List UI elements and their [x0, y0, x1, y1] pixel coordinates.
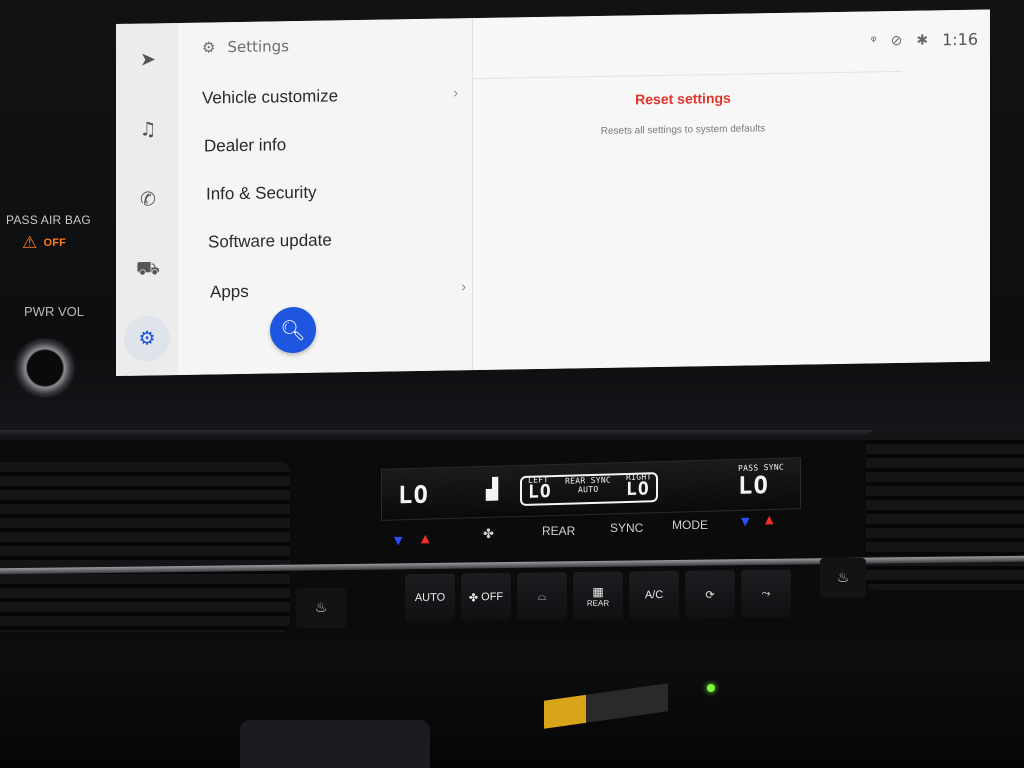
fan-icon: ✤ [483, 526, 494, 541]
music-note-icon: ♫ [139, 118, 157, 141]
gear-icon: ⚙ [202, 38, 216, 57]
menu-item-label: Vehicle customize [202, 86, 339, 108]
menu-item-label: Software update [208, 230, 332, 252]
center-console [240, 720, 430, 768]
sync-label: SYNC [610, 521, 644, 535]
bluetooth-icon: ✱ [916, 32, 929, 49]
music-button[interactable]: ♫ [130, 111, 166, 148]
fan-off-button[interactable]: ✤ OFF [461, 572, 511, 622]
phone-button[interactable]: ✆ [130, 181, 166, 218]
front-defrost-icon: ⌓ [537, 589, 547, 603]
menu-header: ⚙ Settings [202, 37, 289, 56]
passenger-temp-readout: LO [738, 471, 769, 500]
signal-off-icon: ⊘ [890, 32, 903, 49]
fan-off-label: OFF [481, 590, 504, 604]
rear-defrost-button[interactable]: ▦ REAR [573, 571, 623, 621]
recirculation-button[interactable]: ⟳ [685, 570, 735, 619]
gear-icon: ⚙ [138, 327, 156, 350]
airbag-label: PASS AIR BAG [6, 213, 91, 227]
driver-temp-up-icon[interactable]: ▲ [421, 532, 429, 545]
navigation-button[interactable]: ➤ [130, 41, 166, 78]
rear-defrost-icon: ▦ [592, 584, 604, 599]
airflow-mode-icon: ▟ [486, 476, 500, 501]
airflow-mode-icon: ⤳ [761, 587, 771, 600]
lower-dashboard [0, 640, 1024, 768]
menu-item-label: Apps [210, 281, 249, 302]
front-defrost-button[interactable]: ⌓ [517, 572, 567, 621]
right-air-vent [866, 430, 1024, 590]
reset-settings-button[interactable]: Reset settings [473, 87, 893, 110]
status-bar: ᵠ ⊘ ✱ 1:16 [871, 30, 978, 51]
phone-icon: ✆ [140, 188, 156, 211]
clock: 1:16 [942, 29, 978, 50]
settings-detail-pane: ᵠ ⊘ ✱ 1:16 Reset settings Resets all set… [473, 9, 990, 371]
auto-label: AUTO [414, 591, 446, 605]
recirculation-icon: ⟳ [705, 588, 715, 601]
reset-settings-description: Resets all settings to system defaults [600, 123, 766, 137]
menu-item-label: Dealer info [204, 135, 287, 156]
menu-item-software-update[interactable]: Software update [208, 228, 470, 252]
mic-muted-icon: ᵠ [870, 32, 877, 49]
airflow-mode-button[interactable]: ⤳ [741, 569, 791, 619]
infotainment-screen: ➤ ♫ ✆ ⛟ ⚙ ⚙ Settings Vehicle customize ›… [116, 9, 990, 377]
chevron-right-icon: › [453, 84, 458, 101]
auto-button[interactable]: AUTO [405, 573, 455, 623]
indicator-led [707, 684, 715, 692]
menu-item-info-security[interactable]: Info & Security [206, 180, 468, 204]
left-temp-readout: LO [398, 480, 429, 510]
passenger-airbag-indicator: PASS AIR BAG ⚠ OFF [6, 213, 106, 253]
passenger-temp-up-icon[interactable]: ▲ [765, 513, 773, 526]
chevron-right-icon: › [461, 278, 466, 295]
ac-label: A/C [644, 588, 664, 602]
settings-button[interactable]: ⚙ [124, 315, 170, 362]
left-air-vent [0, 462, 290, 632]
navigation-arrow-icon: ➤ [140, 48, 156, 71]
menu-item-vehicle-customize[interactable]: Vehicle customize › [202, 84, 464, 108]
settings-menu: ⚙ Settings Vehicle customize › Dealer in… [178, 18, 531, 375]
vehicle-button[interactable]: ⛟ [130, 251, 166, 288]
mode-label: MODE [672, 518, 708, 532]
menu-item-dealer-info[interactable]: Dealer info [204, 132, 466, 156]
car-icon: ⛟ [136, 256, 160, 280]
right-temp-readout: LO [626, 478, 650, 501]
fan-icon: ✤ [468, 591, 482, 604]
divider [473, 70, 902, 80]
rear-defrost-label: REAR [586, 598, 610, 608]
seat-heater-icon: ♨ [836, 570, 850, 586]
page-title: Settings [227, 37, 289, 57]
climate-button-row: AUTO ✤ OFF ⌓ ▦ REAR A/C ⟳ ⤳ [295, 563, 865, 630]
app-rail: ➤ ♫ ✆ ⛟ ⚙ [116, 22, 178, 377]
passenger-seat-heater-button[interactable]: ♨ [820, 558, 866, 598]
ac-button[interactable]: A/C [629, 570, 679, 620]
climate-display: LO ▟ LEFT LO REAR SYNC AUTO RIGHT LO PAS… [381, 457, 801, 521]
menu-item-label: Info & Security [206, 182, 317, 204]
power-volume-label: PWR VOL [24, 304, 84, 319]
center-temp-readout: LO [528, 481, 552, 503]
auto-label: AUTO [578, 484, 599, 495]
airbag-status: OFF [43, 237, 67, 249]
rear-label: REAR [542, 524, 576, 538]
power-volume-knob[interactable] [13, 338, 77, 398]
passenger-temp-down-icon[interactable]: ▼ [741, 515, 749, 528]
search-icon: 🔍︎ [280, 317, 306, 343]
menu-item-apps[interactable]: Apps › [210, 278, 472, 302]
airbag-seat-icon: ⚠ [22, 233, 38, 252]
search-button[interactable]: 🔍︎ [270, 306, 316, 354]
driver-temp-down-icon[interactable]: ▼ [394, 534, 402, 547]
